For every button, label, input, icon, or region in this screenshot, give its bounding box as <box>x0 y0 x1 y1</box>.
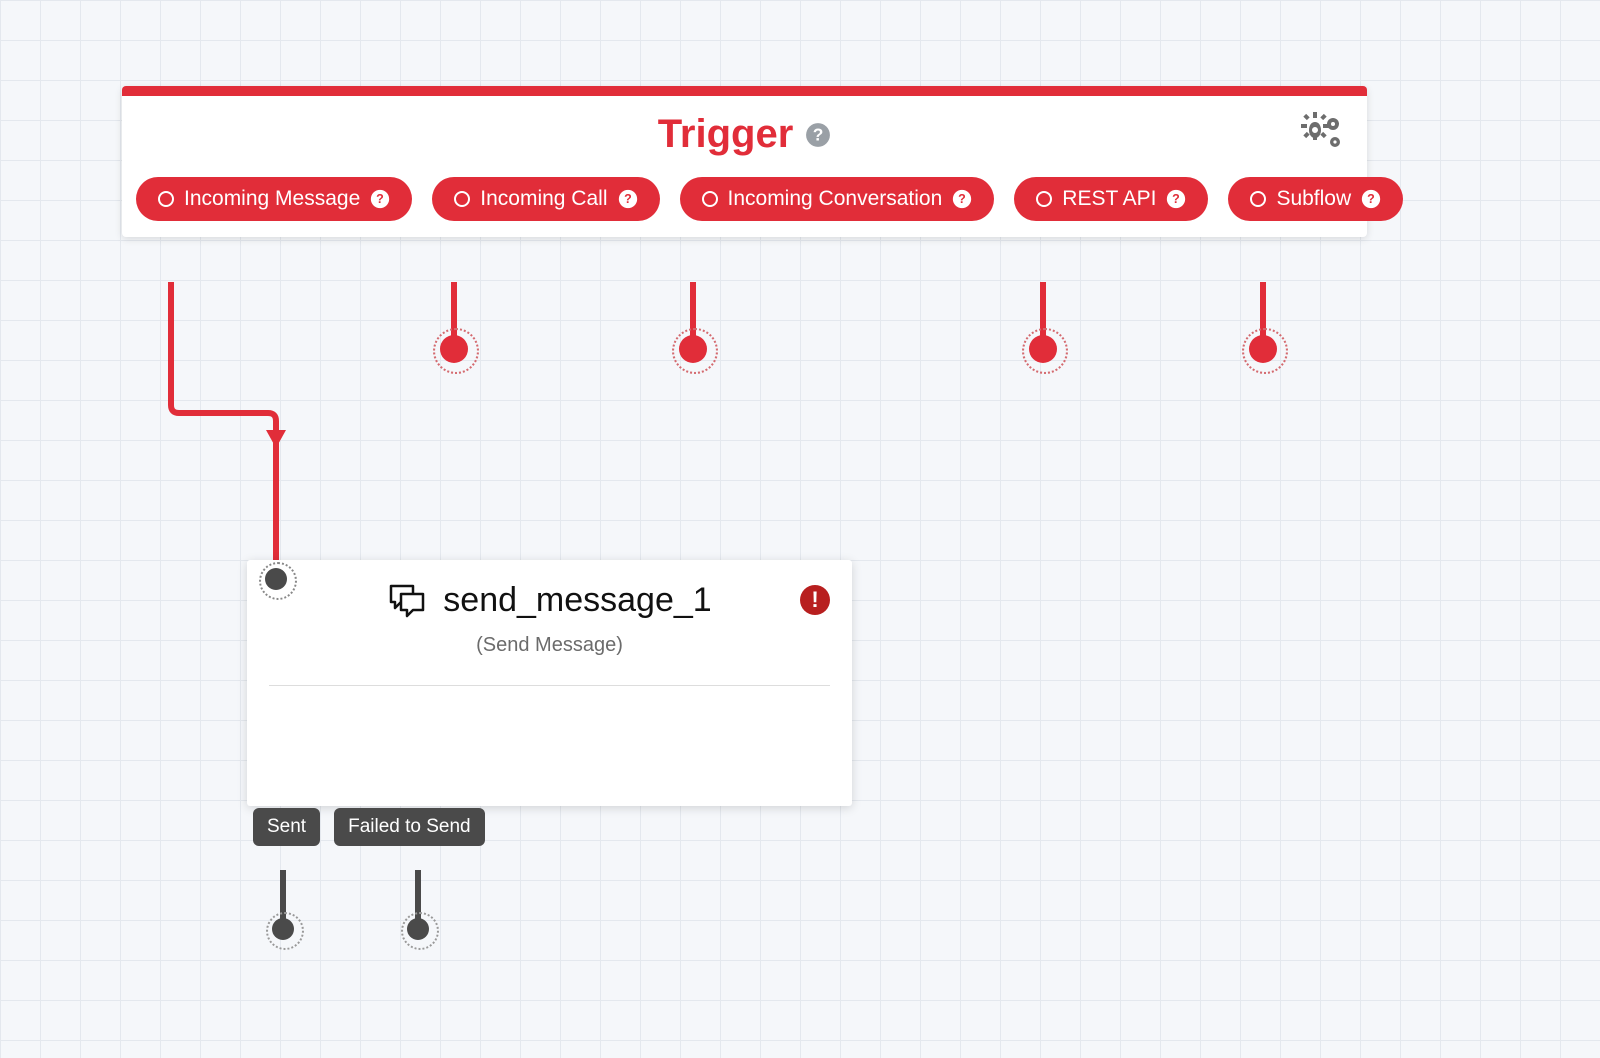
settings-gears-icon[interactable] <box>1297 110 1345 152</box>
pill-label: Incoming Conversation <box>728 187 943 211</box>
svg-text:?: ? <box>1173 192 1181 206</box>
radio-icon <box>454 191 470 207</box>
help-icon[interactable]: ? <box>1361 189 1381 209</box>
pill-label: Incoming Call <box>480 187 607 211</box>
output-port[interactable] <box>679 335 707 363</box>
widget-output-sent[interactable]: Sent <box>253 808 320 846</box>
svg-text:?: ? <box>813 124 824 144</box>
output-stem <box>690 282 696 337</box>
output-stem <box>1040 282 1046 337</box>
widget-outputs: Sent Failed to Send <box>247 808 485 846</box>
trigger-widget[interactable]: Trigger ? <box>122 86 1367 237</box>
help-icon[interactable]: ? <box>805 122 831 148</box>
trigger-header: Trigger ? <box>122 96 1367 167</box>
svg-text:?: ? <box>376 192 384 206</box>
trigger-output-subflow[interactable]: Subflow ? <box>1228 177 1403 221</box>
widget-output-failed[interactable]: Failed to Send <box>334 808 485 846</box>
output-port[interactable] <box>440 335 468 363</box>
radio-icon <box>1036 191 1052 207</box>
out-label: Failed to Send <box>348 816 471 837</box>
pill-label: Subflow <box>1276 187 1351 211</box>
widget-header: send_message_1 ! (Send Message) <box>247 560 852 669</box>
radio-icon <box>1250 191 1266 207</box>
widget-type-label: (Send Message) <box>269 634 830 657</box>
send-message-widget[interactable]: send_message_1 ! (Send Message) Sent Fai… <box>247 560 852 806</box>
trigger-title-row: Trigger ? <box>658 112 832 157</box>
svg-text:?: ? <box>1367 192 1375 206</box>
trigger-title: Trigger <box>658 112 794 157</box>
pill-label: Incoming Message <box>184 187 360 211</box>
trigger-output-incoming-message[interactable]: Incoming Message ? <box>136 177 412 221</box>
trigger-output-incoming-call[interactable]: Incoming Call ? <box>432 177 659 221</box>
out-label: Sent <box>267 816 306 837</box>
pill-label: REST API <box>1062 187 1156 211</box>
svg-text:?: ? <box>958 192 966 206</box>
help-icon[interactable]: ? <box>618 189 638 209</box>
output-port[interactable] <box>272 918 294 940</box>
radio-icon <box>702 191 718 207</box>
output-stem <box>1260 282 1266 337</box>
widget-name: send_message_1 <box>443 581 711 620</box>
trigger-outputs-row: Incoming Message ? Incoming Call ? Incom… <box>122 167 1367 237</box>
trigger-output-rest-api[interactable]: REST API ? <box>1014 177 1208 221</box>
output-port[interactable] <box>1029 335 1057 363</box>
radio-icon <box>158 191 174 207</box>
svg-text:?: ? <box>624 192 632 206</box>
help-icon[interactable]: ? <box>370 189 390 209</box>
help-icon[interactable]: ? <box>952 189 972 209</box>
output-port[interactable] <box>1249 335 1277 363</box>
output-stem <box>451 282 457 337</box>
error-icon[interactable]: ! <box>800 585 830 615</box>
trigger-output-incoming-conversation[interactable]: Incoming Conversation ? <box>680 177 995 221</box>
widget-body <box>247 686 852 806</box>
chat-bubbles-icon <box>387 580 427 620</box>
output-port[interactable] <box>407 918 429 940</box>
help-icon[interactable]: ? <box>1166 189 1186 209</box>
